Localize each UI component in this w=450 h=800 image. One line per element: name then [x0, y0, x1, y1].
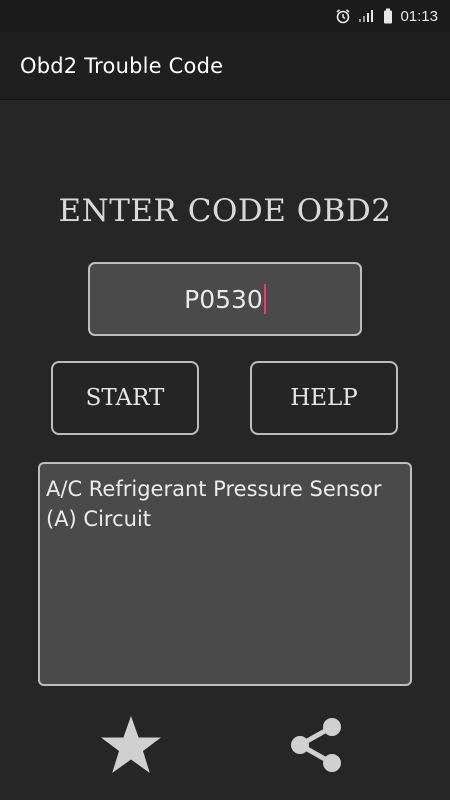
start-button[interactable]: START	[51, 361, 199, 435]
code-input[interactable]	[88, 262, 362, 336]
result-text-area[interactable]: A/C Refrigerant Pressure Sensor (A) Circ…	[38, 462, 412, 686]
star-icon[interactable]	[98, 712, 164, 778]
result-description: A/C Refrigerant Pressure Sensor (A) Circ…	[46, 477, 382, 531]
clock-time: 01:13	[400, 7, 438, 25]
signal-icon	[358, 9, 376, 23]
battery-icon	[383, 8, 393, 24]
help-button[interactable]: HELP	[250, 361, 398, 435]
app-bar: Obd2 Trouble Code	[0, 32, 450, 100]
page-heading: ENTER CODE OBD2	[58, 193, 392, 229]
app-title: Obd2 Trouble Code	[20, 53, 224, 78]
alarm-icon	[335, 8, 351, 24]
status-bar: 01:13	[0, 0, 450, 32]
share-icon[interactable]	[283, 712, 349, 778]
